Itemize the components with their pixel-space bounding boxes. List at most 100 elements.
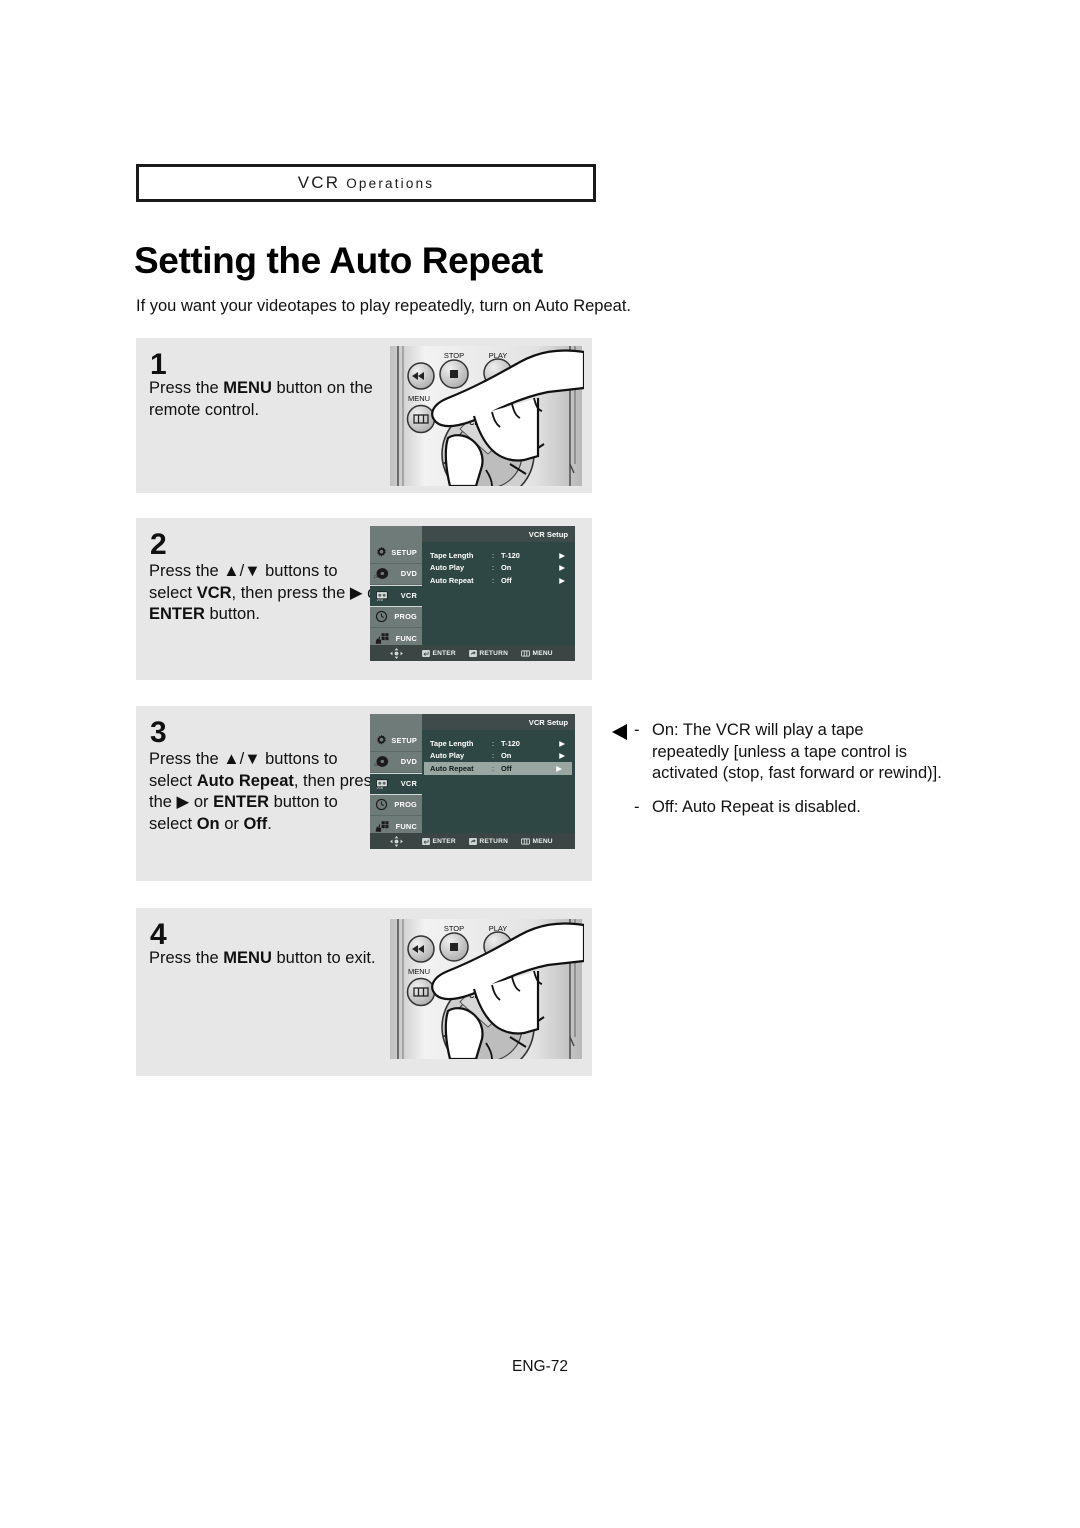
annotation-dash: -: [634, 721, 640, 739]
osd-hint-return: RETURN: [468, 649, 508, 657]
intro-text: If you want your videotapes to play repe…: [136, 297, 632, 315]
caret-right-icon: ▶: [556, 763, 562, 773]
osd-row-label: Tape Length: [430, 738, 474, 748]
remote-control-illustration: STOP PLAY MENU CH ▲ TRK: [390, 919, 584, 1059]
osd-tab-label-func: FUNC: [395, 821, 417, 831]
osd-title: VCR Setup: [528, 717, 568, 727]
step-text-3-part-d: or: [189, 793, 214, 811]
osd-tab-label-prog: PROG: [394, 612, 417, 622]
osd-content-step3: Tape Length : T-120 ▶ Auto Play : On ▶ A…: [422, 730, 575, 833]
annotation-item-on: - On: The VCR will play a tape repeatedl…: [634, 720, 942, 785]
osd-tab-label-prog: PROG: [394, 800, 417, 810]
osd-row-colon: :: [492, 751, 495, 761]
osd-row-value: Off: [501, 763, 512, 773]
osd-tab-vcr[interactable]: VCR VCR: [370, 585, 422, 607]
annotation-block: - On: The VCR will play a tape repeatedl…: [612, 720, 942, 818]
step-text-3-arrows: ▲/▼: [223, 750, 261, 768]
annotation-dash: -: [634, 797, 640, 816]
dpad-icon: [370, 835, 422, 847]
osd-topbar: VCR Setup: [370, 714, 575, 730]
return-key-icon: [468, 649, 477, 657]
osd-hint-menu: MENU: [521, 650, 553, 657]
osd-tab-label-func: FUNC: [395, 633, 417, 643]
osd-row-value: Off: [501, 575, 512, 585]
osd-tab-prog[interactable]: PROG: [370, 607, 422, 628]
chapter-header-main: VCR: [297, 173, 341, 192]
osd-row-auto-play[interactable]: Auto Play : On ▶: [422, 750, 575, 763]
remote-label-stop: STOP: [444, 924, 464, 933]
osd-tab-label-setup: SETUP: [391, 547, 417, 557]
osd-content-step2: Tape Length : T-120 ▶ Auto Play : On ▶ A…: [422, 542, 575, 645]
step-text-3-bold-enter: ENTER: [213, 793, 269, 811]
osd-tab-setup[interactable]: SETUP: [370, 730, 422, 752]
step-text-4-bold-menu: MENU: [223, 949, 272, 967]
osd-menu-step2: VCR Setup SETUP DVD DVD VCR VCR PROG FUN…: [370, 526, 575, 661]
annotation-text-on: On: The VCR will play a tape repeatedly …: [652, 721, 942, 782]
chapter-header-box: VCR Operations: [136, 164, 596, 202]
caret-right-icon: ▶: [559, 550, 565, 560]
osd-row-value: T-120: [501, 738, 520, 748]
osd-hint-return: RETURN: [468, 837, 509, 845]
step-text-3-bold-off: Off: [243, 814, 268, 833]
osd-sidebar: SETUP DVD DVD VCR VCR PROG FUNC: [370, 542, 422, 650]
osd-tab-label-vcr: VCR: [400, 591, 417, 601]
osd-row-colon: :: [492, 550, 495, 560]
osd-row-colon: :: [492, 563, 495, 573]
annotation-text-off: Off: Auto Repeat is disabled.: [652, 797, 861, 816]
osd-hint-enter: ENTER: [422, 649, 456, 657]
enter-key-icon: [422, 837, 430, 845]
remote-control-illustration: STOP PLAY MENU CH ▲ TRK: [390, 346, 584, 486]
osd-tab-label-vcr: VCR: [400, 779, 417, 789]
step-number-4: 4: [150, 918, 167, 951]
osd-row-auto-repeat[interactable]: Auto Repeat : Off ▶: [422, 574, 575, 587]
osd-row-tape-length[interactable]: Tape Length : T-120 ▶: [422, 549, 575, 562]
disc-icon: DVD: [373, 567, 390, 580]
caret-right-icon: ▶: [559, 738, 565, 748]
osd-tab-dvd[interactable]: DVD DVD: [370, 752, 422, 773]
osd-row-colon: :: [492, 763, 495, 773]
remote-control-figure-1: STOP PLAY MENU CH ▲ TRK: [388, 346, 584, 486]
step-text-3-part-a: Press the: [149, 750, 224, 768]
svg-text:VCR: VCR: [377, 598, 384, 602]
osd-row-tape-length[interactable]: Tape Length : T-120 ▶: [422, 737, 575, 750]
page-footer: ENG-72: [512, 1358, 568, 1375]
cassette-icon: VCR: [373, 589, 390, 602]
chapter-header-rest: Operations: [346, 176, 435, 191]
enter-key-icon: [422, 649, 430, 657]
osd-tab-dvd[interactable]: DVD DVD: [370, 564, 422, 585]
osd-tab-label-dvd: DVD: [400, 569, 417, 579]
osd-tab-vcr[interactable]: VCR VCR: [370, 773, 422, 795]
step-text-2-arrows: ▲/▼: [223, 562, 261, 580]
osd-tab-label-dvd: DVD: [400, 757, 417, 767]
osd-row-auto-repeat-selected[interactable]: Auto Repeat : Off ▶: [424, 762, 572, 775]
step-text-3-part-f: or: [219, 814, 244, 833]
osd-topbar-left: [370, 714, 422, 730]
step-text-1-part-a: Press the: [149, 379, 224, 397]
remote-label-stop: STOP: [444, 351, 464, 360]
step-panel-2: 2 Press the ▲/▼ buttons to select VCR, t…: [136, 518, 592, 680]
step-text-3-bold-on: On: [196, 814, 220, 833]
gear-icon: [373, 546, 390, 559]
osd-tab-setup[interactable]: SETUP: [370, 542, 422, 564]
osd-tab-prog[interactable]: PROG: [370, 795, 422, 816]
step-number-1: 1: [150, 348, 167, 381]
step-text-2-bold-enter: ENTER: [149, 605, 205, 623]
step-text-2: Press the ▲/▼ buttons to select VCR, the…: [149, 561, 384, 626]
remote-control-figure-4: STOP PLAY MENU CH ▲ TRK: [388, 919, 584, 1059]
stop-icon: [450, 943, 458, 951]
step-text-2-right-arrow: ▶: [349, 583, 363, 602]
stop-icon: [450, 370, 458, 378]
osd-row-auto-play[interactable]: Auto Play : On ▶: [422, 562, 575, 575]
osd-title: VCR Setup: [528, 529, 568, 539]
osd-bottombar: ENTER RETURN MENU: [370, 645, 575, 661]
osd-menu-step3: VCR Setup SETUP DVD DVD VCR VCR PROG FUN…: [370, 714, 575, 849]
osd-hint-label-return: RETURN: [479, 837, 509, 845]
step-text-2-part-c: , then press the: [231, 583, 350, 602]
cassette-icon: VCR: [373, 777, 390, 790]
osd-hint-label-menu: MENU: [532, 837, 553, 845]
step-text-2-part-a: Press the: [149, 562, 224, 580]
dpad-icon: [370, 647, 422, 659]
step-text-4: Press the MENU button to exit.: [149, 948, 409, 970]
osd-bottombar: ENTER RETURN MENU: [370, 833, 575, 849]
osd-row-label: Auto Repeat: [430, 575, 474, 585]
